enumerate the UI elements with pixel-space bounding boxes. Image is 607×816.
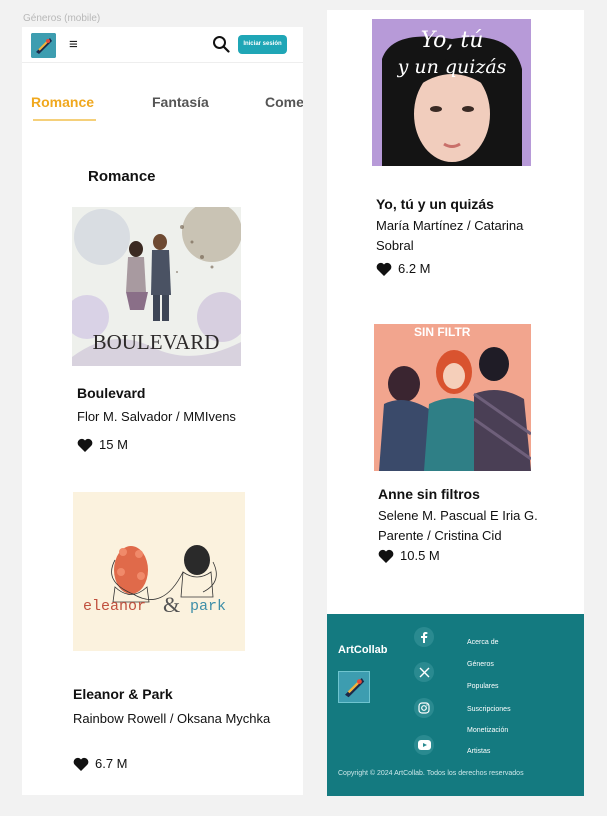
park-cover-word: park <box>190 598 226 615</box>
footer-link-artistas[interactable]: Artistas <box>467 748 490 755</box>
section-title: Romance <box>88 168 156 185</box>
site-footer: ArtCollab Acerca de Géneros Populares Su… <box>327 614 584 796</box>
footer-link-monetizacion[interactable]: Monetización <box>467 727 508 734</box>
tab-comedia[interactable]: Come <box>265 94 303 110</box>
youtube-icon[interactable] <box>414 735 434 755</box>
boulevard-cover-title: BOULEVARD <box>93 330 220 354</box>
footer-link-generos[interactable]: Géneros <box>467 661 494 668</box>
search-icon[interactable] <box>212 35 230 53</box>
book-author-eleanor-park: Rainbow Rowell / Oksana Mychka <box>73 711 271 726</box>
book-cover-eleanor-park[interactable]: eleanor & park <box>73 492 245 651</box>
book-cover-anne-sin-filtros[interactable]: SIN FILTR <box>374 324 531 471</box>
book-likes-eleanor-park: 6.7 M <box>73 756 128 771</box>
book-cover-boulevard[interactable]: BOULEVARD <box>72 207 241 366</box>
heart-icon[interactable] <box>378 549 394 563</box>
top-navbar: ≡ Iniciar sesión <box>22 27 303 63</box>
book-author-yo-tu-quizas: María Martínez / Catarina Sobral <box>376 218 524 253</box>
facebook-icon[interactable] <box>414 627 434 647</box>
book-title-boulevard[interactable]: Boulevard <box>77 385 145 401</box>
artcollab-logo-icon[interactable] <box>31 33 56 58</box>
likes-count: 10.5 M <box>400 548 440 563</box>
book-title-anne-sin-filtros[interactable]: Anne sin filtros <box>378 486 480 502</box>
svg-text:&: & <box>163 592 180 617</box>
book-likes-yo-tu-quizas: 6.2 M <box>376 261 431 276</box>
tab-fantasia[interactable]: Fantasía <box>152 94 209 110</box>
yo-tu-cover-line2: y un quizás <box>397 56 507 78</box>
eleanor-cover-word: eleanor <box>83 598 146 615</box>
anne-cover-text: SIN FILTR <box>414 325 471 339</box>
book-cover-yo-tu-quizas[interactable]: Yo, tú y un quizás <box>372 19 531 166</box>
yo-tu-cover-line1: Yo, tú <box>421 28 484 53</box>
copyright-text: Copyright © 2024 ArtCollab. Todos los de… <box>338 770 524 777</box>
hamburger-menu-icon[interactable]: ≡ <box>69 36 78 54</box>
x-icon[interactable] <box>414 662 434 682</box>
instagram-icon[interactable] <box>414 698 434 718</box>
book-title-eleanor-park[interactable]: Eleanor & Park <box>73 686 173 702</box>
genres-page-left: ≡ Iniciar sesión Romance Fantasía Come R… <box>22 27 303 795</box>
heart-icon[interactable] <box>77 438 93 452</box>
book-likes-boulevard: 15 M <box>77 437 128 452</box>
heart-icon[interactable] <box>73 757 89 771</box>
tab-romance[interactable]: Romance <box>31 94 94 110</box>
footer-link-acerca[interactable]: Acerca de <box>467 639 499 646</box>
footer-brand: ArtCollab <box>338 644 388 656</box>
likes-count: 6.2 M <box>398 261 431 276</box>
genres-page-right: Yo, tú y un quizás Yo, tú y un quizás Ma… <box>327 10 584 796</box>
book-title-yo-tu-quizas[interactable]: Yo, tú y un quizás <box>376 196 494 212</box>
footer-link-populares[interactable]: Populares <box>467 683 499 690</box>
footer-link-suscripciones[interactable]: Suscripciones <box>467 706 511 713</box>
book-author-anne-sin-filtros: Selene M. Pascual E Iria G. Parente / Cr… <box>378 508 538 543</box>
heart-icon[interactable] <box>376 262 392 276</box>
frame-label: Géneros (mobile) <box>23 13 101 24</box>
book-likes-anne-sin-filtros: 10.5 M <box>378 548 440 563</box>
login-button[interactable]: Iniciar sesión <box>238 35 287 54</box>
book-author-boulevard: Flor M. Salvador / MMIvens <box>77 409 236 424</box>
likes-count: 15 M <box>99 437 128 452</box>
artcollab-logo-icon[interactable] <box>338 671 370 703</box>
active-tab-indicator <box>33 119 96 121</box>
likes-count: 6.7 M <box>95 756 128 771</box>
